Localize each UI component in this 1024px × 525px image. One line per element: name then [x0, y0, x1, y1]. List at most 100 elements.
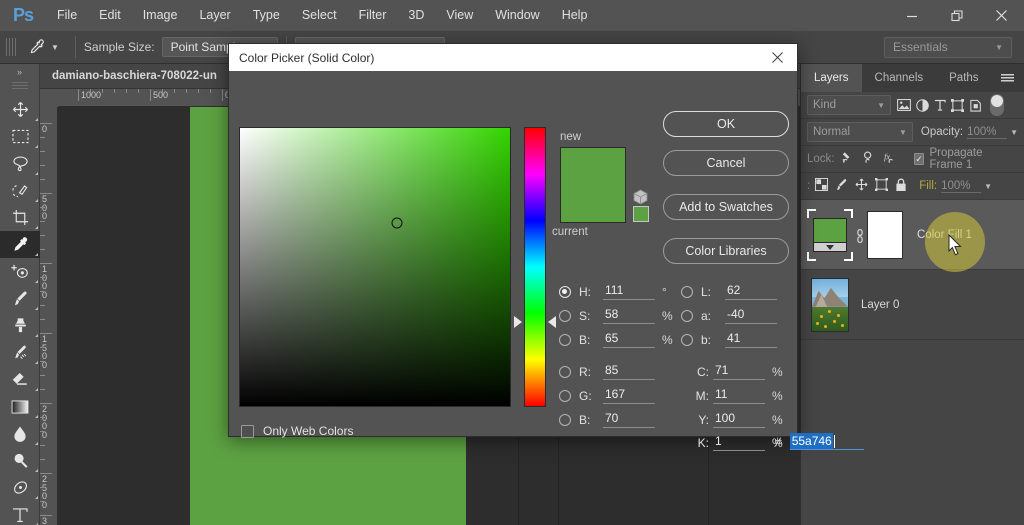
layer-row-layer-0[interactable]: Layer 0 — [801, 270, 1024, 340]
link-mask-icon[interactable] — [853, 227, 867, 243]
options-bar-grip[interactable] — [6, 38, 17, 56]
input-red[interactable]: 85 — [603, 363, 655, 380]
tool-spot-healing-brush[interactable] — [0, 258, 40, 285]
tool-rectangular-marquee[interactable] — [0, 123, 40, 150]
collapse-tools-icon[interactable]: » — [0, 64, 39, 80]
input-green[interactable]: 167 — [603, 387, 655, 404]
menu-image[interactable]: Image — [132, 0, 189, 31]
move-icon[interactable] — [855, 178, 868, 194]
fill-chevron-down-icon[interactable]: ▼ — [984, 182, 992, 191]
input-lab-l[interactable]: 62 — [725, 283, 777, 300]
opacity-chevron-down-icon[interactable]: ▼ — [1010, 128, 1018, 137]
menu-view[interactable]: View — [435, 0, 484, 31]
input-yellow[interactable]: 100 — [713, 411, 765, 428]
transparency-icon[interactable] — [815, 178, 829, 194]
eyedropper-icon[interactable] — [21, 34, 51, 60]
radio-lab-l[interactable] — [681, 285, 693, 298]
tool-history-brush[interactable] — [0, 339, 40, 366]
layer-row-color-fill-1[interactable]: Color Fill 1 — [801, 200, 1024, 270]
close-icon[interactable] — [757, 44, 797, 71]
shape-layer-filter-icon[interactable] — [951, 98, 964, 112]
workspace-select[interactable]: Essentials ▼ — [884, 36, 1012, 58]
pixel-layer-filter-icon[interactable] — [897, 99, 911, 111]
only-web-colors-row[interactable]: Only Web Colors — [241, 424, 353, 438]
layer-thumbnail-color-fill[interactable] — [807, 208, 853, 261]
radio-brightness[interactable] — [559, 333, 571, 346]
tool-quick-selection[interactable] — [0, 177, 40, 204]
menu-layer[interactable]: Layer — [188, 0, 241, 31]
menu-window[interactable]: Window — [484, 0, 550, 31]
smart-object-filter-icon[interactable] — [969, 99, 982, 112]
propagate-frame-checkbox[interactable]: ✓ — [913, 153, 925, 165]
tool-crop[interactable] — [0, 204, 40, 231]
opacity-value[interactable]: 100% — [967, 126, 1008, 139]
radio-lab-b[interactable] — [681, 333, 693, 346]
tool-move[interactable] — [0, 96, 40, 123]
color-picker-title-bar[interactable]: Color Picker (Solid Color) — [229, 44, 797, 71]
menu-filter[interactable]: Filter — [348, 0, 398, 31]
ok-button[interactable]: OK — [663, 111, 789, 137]
tab-paths[interactable]: Paths — [936, 64, 991, 92]
filter-enable-toggle[interactable] — [990, 94, 1004, 116]
input-saturation[interactable]: 58 — [603, 307, 655, 324]
input-hue[interactable]: 111 — [603, 283, 655, 300]
new-current-color-swatch[interactable] — [560, 147, 626, 223]
input-brightness[interactable]: 65 — [603, 331, 655, 348]
radio-lab-a[interactable] — [681, 309, 693, 322]
radio-blue[interactable] — [559, 413, 571, 426]
restore-button[interactable] — [934, 0, 979, 31]
panel-menu-icon[interactable] — [996, 64, 1018, 92]
blend-mode-select[interactable]: Normal ▼ — [807, 122, 913, 142]
tool-brush[interactable] — [0, 285, 40, 312]
layer-thumbnail-layer-0[interactable] — [807, 277, 853, 332]
radio-green[interactable] — [559, 389, 571, 402]
tool-clone-stamp[interactable] — [0, 312, 40, 339]
hue-slider-handle-left[interactable] — [514, 316, 522, 328]
lock-all-icon[interactable] — [895, 178, 907, 195]
hue-slider-handle-right[interactable] — [548, 316, 556, 328]
brush-icon[interactable] — [835, 178, 848, 194]
minimize-button[interactable] — [889, 0, 934, 31]
tool-pen[interactable] — [0, 474, 40, 501]
menu-type[interactable]: Type — [242, 0, 291, 31]
tool-gradient[interactable] — [0, 393, 40, 420]
input-black[interactable]: 1 — [713, 434, 765, 451]
radio-hue[interactable] — [559, 285, 571, 298]
close-button[interactable] — [979, 0, 1024, 31]
layer-mask-thumbnail[interactable] — [867, 210, 903, 259]
input-lab-b[interactable]: 41 — [725, 331, 777, 348]
type-layer-filter-icon[interactable] — [934, 99, 946, 111]
hex-input[interactable]: 55a746 — [789, 433, 864, 450]
menu-edit[interactable]: Edit — [88, 0, 132, 31]
tools-panel-grip[interactable] — [11, 82, 28, 90]
adjustment-layer-filter-icon[interactable] — [916, 98, 929, 112]
tool-blur[interactable] — [0, 420, 40, 447]
input-magenta[interactable]: 11 — [713, 387, 765, 404]
hue-slider[interactable] — [524, 127, 546, 407]
color-field-marker[interactable] — [391, 217, 403, 229]
kind-filter-select[interactable]: Kind ▼ — [807, 95, 891, 115]
menu-select[interactable]: Select — [291, 0, 348, 31]
only-web-colors-checkbox[interactable] — [241, 424, 254, 438]
lock-transparent-pixels-icon[interactable] — [840, 151, 855, 168]
menu-file[interactable]: File — [46, 0, 88, 31]
add-to-swatches-button[interactable]: Add to Swatches — [663, 194, 789, 220]
color-libraries-button[interactable]: Color Libraries — [663, 238, 789, 264]
lock-image-pixels-icon[interactable] — [862, 151, 877, 168]
input-cyan[interactable]: 71 — [713, 363, 765, 380]
tab-channels[interactable]: Channels — [862, 64, 937, 92]
input-lab-a[interactable]: -40 — [725, 307, 777, 324]
tab-layers[interactable]: Layers — [801, 64, 862, 92]
tool-dodge[interactable] — [0, 447, 40, 474]
cancel-button[interactable]: Cancel — [663, 150, 789, 176]
radio-saturation[interactable] — [559, 309, 571, 322]
input-blue[interactable]: 70 — [603, 411, 655, 428]
artboard-icon[interactable] — [875, 178, 889, 194]
tool-eyedropper[interactable] — [0, 231, 40, 258]
radio-red[interactable] — [559, 365, 571, 378]
saturation-brightness-field[interactable] — [239, 127, 511, 407]
lock-effects-icon[interactable]: fx — [884, 151, 900, 168]
fill-value[interactable]: 100% — [941, 180, 982, 193]
in-gamut-color-swatch[interactable] — [633, 206, 649, 222]
tool-preset-caret-icon[interactable]: ▼ — [51, 43, 59, 52]
